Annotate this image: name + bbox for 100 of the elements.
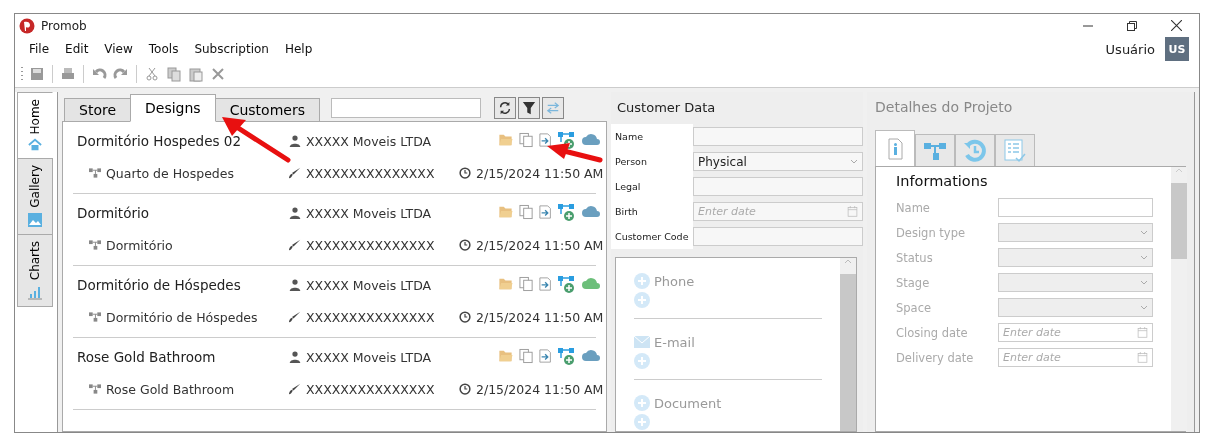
export-document-icon [539,276,554,292]
contact-section-label: E-mail [634,331,822,353]
tab[interactable] [915,134,955,166]
dropdown-caret-icon [1140,304,1148,311]
tab[interactable]: Store [64,98,131,122]
dropdown-field[interactable]: Physical [693,152,863,171]
filter-button[interactable] [517,97,540,119]
structure-icon [89,168,101,178]
menu-item[interactable]: Subscription [186,40,277,58]
envelope-icon [634,336,650,348]
design-name[interactable]: Dormitório Hospedes 02 [73,133,289,149]
add-icon [634,395,650,411]
structure-icon [89,240,101,250]
design-name[interactable]: Dormitório de Hóspedes [73,277,289,293]
export-document-icon [539,204,554,220]
side-tab[interactable]: Charts [17,234,53,308]
export-document-icon [539,348,554,364]
menu-item[interactable]: View [96,40,141,58]
field-label: Stage [896,275,931,290]
clock-icon [459,239,471,251]
add-contact-button[interactable] [634,414,650,430]
dropdown-field[interactable] [998,298,1153,317]
tab[interactable] [875,130,915,166]
bar-chart-icon [27,284,43,301]
paste-button[interactable] [187,65,205,83]
designer-name: XXXXXXXXXXXXXXX [289,309,459,325]
scissors-button[interactable] [143,65,161,83]
filter-icon [521,101,536,115]
scroll-up-icon [844,258,852,264]
add-icon [634,273,650,289]
annotation-arrow [547,143,603,163]
add-icon [634,292,650,308]
close-icon [1170,20,1182,31]
clock-icon [459,311,471,323]
person-icon [289,351,301,363]
refresh-button[interactable] [493,97,516,119]
dropdown-caret-icon [850,158,858,165]
tab[interactable]: Customers [214,98,320,122]
text-field[interactable] [693,127,863,146]
environment-name: Dormitório de Hóspedes [73,309,289,325]
designer-name: XXXXXXXXXXXXXXX [289,237,459,253]
copy-icon [519,348,535,364]
designer-name: XXXXXXXXXXXXXXX [289,165,459,181]
search-field[interactable] [330,98,481,118]
folder-icon [497,132,515,146]
field-label: Person [611,149,693,174]
scrollbar[interactable] [1171,167,1187,431]
tab[interactable] [955,134,995,166]
design-name[interactable]: Rose Gold Bathroom [73,349,289,365]
text-field[interactable] [693,227,863,246]
side-tab[interactable]: Home [17,92,53,160]
dropdown-field[interactable] [998,223,1153,242]
modified-date: 2/15/2024 11:50 AM [459,309,606,325]
copy-button[interactable] [165,65,183,83]
user-name: Usuário [1105,41,1155,57]
window-title: Promob [41,18,87,33]
menu-item[interactable]: File [21,40,58,58]
tab[interactable]: Designs [130,94,216,122]
field-label: Birth [611,199,693,224]
copy-icon [519,276,535,292]
menu-item[interactable]: Edit [57,40,97,58]
customer-name: XXXXX Moveis LTDA [289,277,459,293]
environment-name: Rose Gold Bathroom [73,381,289,397]
menu-item[interactable]: Tools [140,40,187,58]
dropdown-field[interactable] [998,248,1153,267]
text-field[interactable] [998,198,1153,217]
folder-icon [497,276,515,290]
dropdown-field[interactable] [998,273,1153,292]
field-label: Status [896,250,934,265]
panel-title: Detalhes do Projeto [874,98,1014,117]
delete-icon [210,66,226,82]
tab[interactable] [995,134,1035,166]
image-icon [27,212,43,229]
person-icon [289,279,301,291]
text-field[interactable] [693,177,863,196]
checklist-icon [1004,138,1026,163]
field-label: Customer Code [611,224,693,249]
menu-item[interactable]: Help [276,40,321,58]
copy-icon [519,204,535,220]
save-icon [29,66,45,82]
field-label: Delivery date [896,350,975,365]
design-name[interactable]: Dormitório [73,205,289,221]
section-title: Informations [896,173,989,189]
contact-section-label: Document [634,392,822,414]
scrollbar[interactable] [840,258,856,431]
copy-icon [519,132,535,148]
environment-name: Dormitório [73,237,289,253]
add-contact-button[interactable] [634,292,650,308]
restore-icon [1127,20,1137,31]
user-avatar[interactable]: US [1165,37,1189,61]
folder-icon [497,204,515,218]
add-contact-button[interactable] [634,353,650,369]
add-icon [634,353,650,369]
field-label: Name [896,200,931,215]
environment-name: Quarto de Hospedes [73,165,289,181]
save-button[interactable] [28,65,46,83]
designer-name: XXXXXXXXXXXXXXX [289,381,459,397]
contact-section-label: Phone [634,270,822,292]
calendar-icon [1137,327,1148,338]
side-tab[interactable]: Gallery [17,158,53,236]
